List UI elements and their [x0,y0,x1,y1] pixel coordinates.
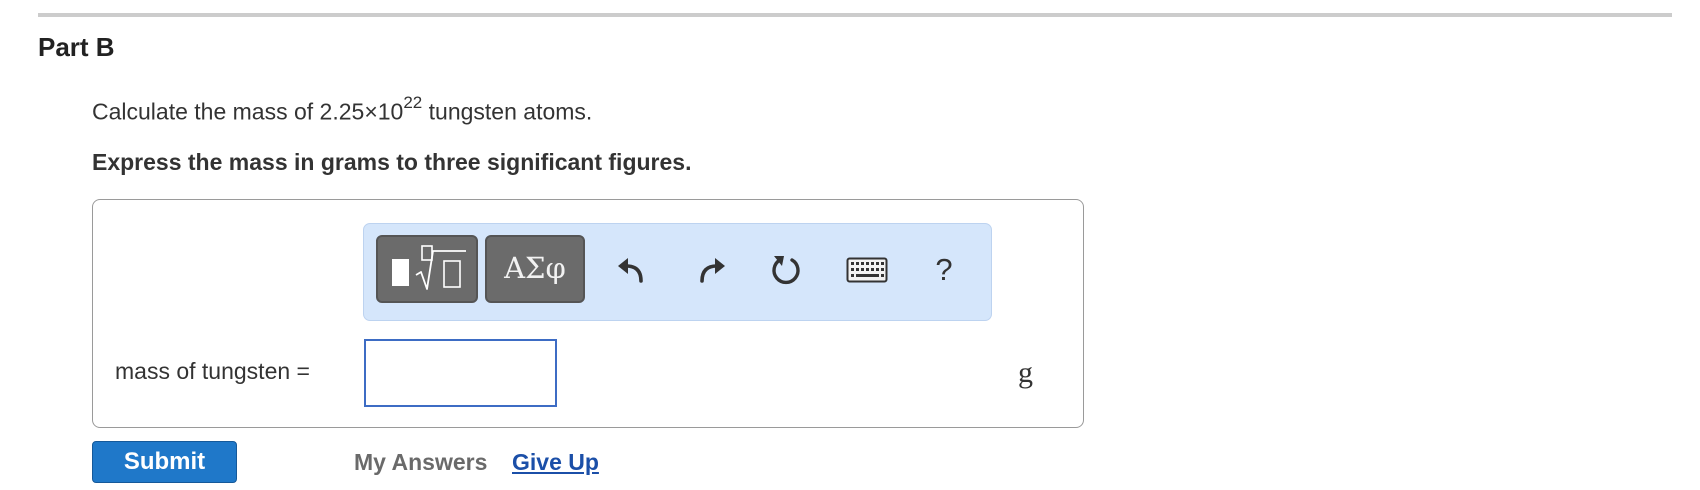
give-up-link[interactable]: Give Up [512,449,599,476]
mass-answer-input[interactable] [364,339,557,407]
templates-button[interactable] [376,235,478,303]
section-divider [38,13,1672,17]
greek-symbols-button[interactable]: ΑΣφ [485,235,585,303]
question-suffix: tungsten atoms. [422,98,593,125]
answer-label: mass of tungsten = [115,358,310,384]
question-text: Calculate the mass of 2.25×1022 tungsten… [92,93,593,126]
math-toolbar: ΑΣφ ? [363,223,992,321]
undo-icon [618,258,643,283]
redo-button[interactable] [689,248,733,292]
part-title: Part B [38,32,115,62]
question-exponent: 22 [403,93,423,112]
submit-button[interactable]: Submit [92,441,237,483]
keyboard-icon [846,257,888,283]
redo-icon [700,258,725,283]
reset-icon [772,256,800,285]
unit-label: g [1018,356,1033,389]
undo-button[interactable] [610,248,654,292]
help-button[interactable]: ? [922,248,966,292]
reset-button[interactable] [764,248,808,292]
my-answers-link[interactable]: My Answers [354,449,487,476]
instruction-text: Express the mass in grams to three signi… [92,149,692,175]
templates-sqrt-icon [392,245,466,290]
question-prefix: Calculate the mass of 2.25×10 [92,98,404,125]
keyboard-button[interactable] [841,248,893,292]
